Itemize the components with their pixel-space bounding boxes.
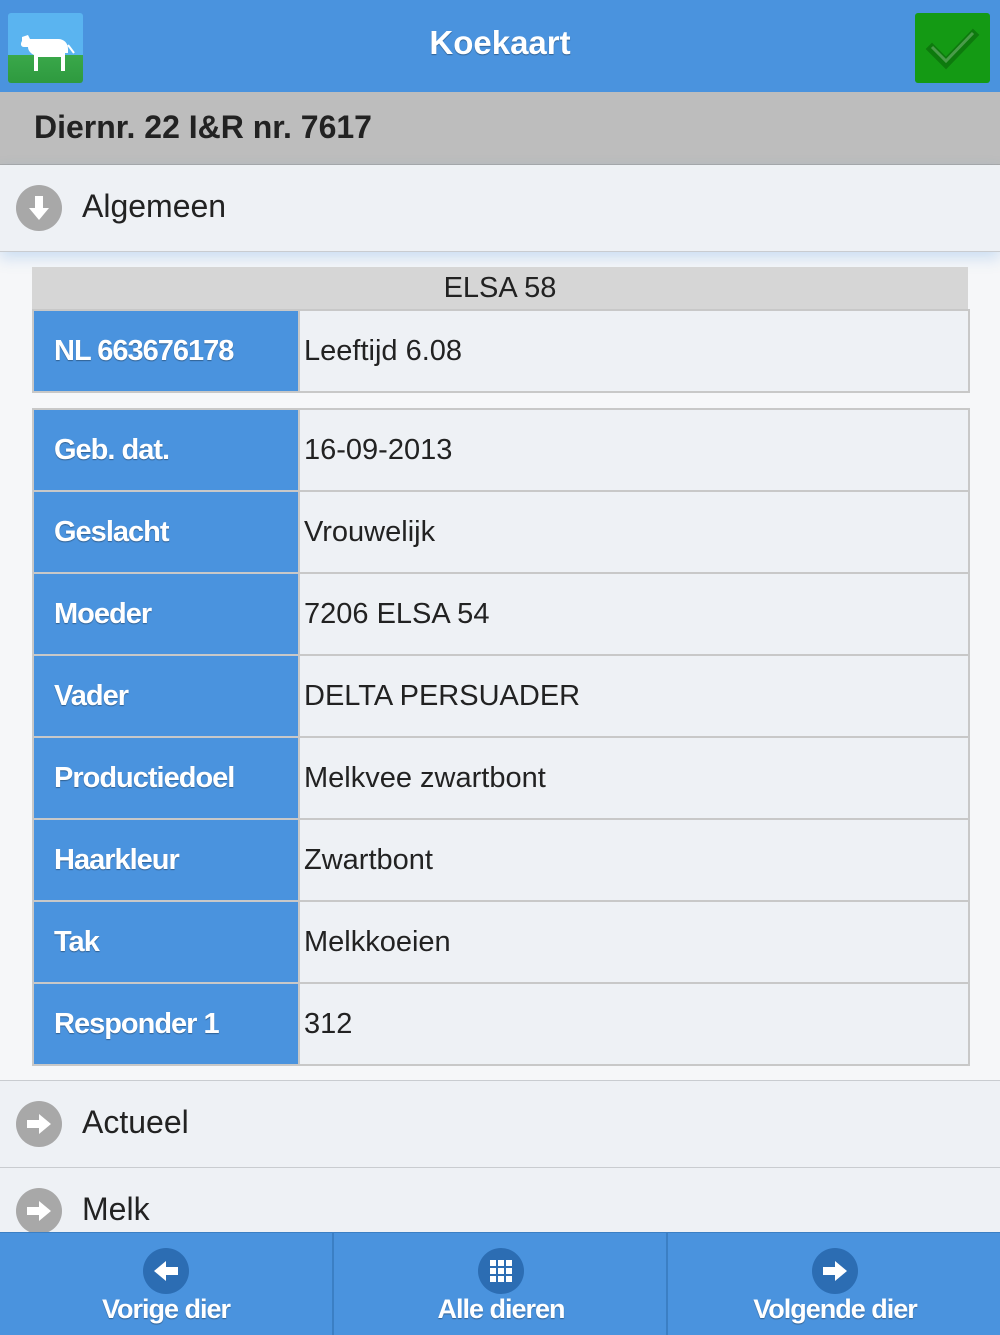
detail-value: 16-09-2013 xyxy=(298,408,970,492)
animal-number: Diernr. 22 I&R nr. 7617 xyxy=(34,109,372,145)
arrow-left-circle-icon xyxy=(143,1248,189,1294)
animal-name: ELSA 58 xyxy=(32,267,968,309)
page-title: Koekaart xyxy=(429,24,571,61)
section-label: Algemeen xyxy=(82,188,227,224)
table-row: Productiedoel Melkvee zwartbont xyxy=(32,736,970,820)
arrow-right-circle-icon xyxy=(16,1188,62,1234)
id-table: NL 663676178 Leeftijd 6.08 xyxy=(32,309,970,393)
all-animals-label: Alle dieren xyxy=(437,1294,565,1324)
confirm-button[interactable] xyxy=(915,13,990,83)
previous-animal-button[interactable]: Vorige dier xyxy=(0,1233,332,1335)
app-header: Koekaart xyxy=(0,0,1000,93)
detail-key: Tak xyxy=(32,900,300,984)
detail-key: Responder 1 xyxy=(32,982,300,1066)
detail-key: Vader xyxy=(32,654,300,738)
grid-icon xyxy=(478,1248,524,1294)
previous-animal-label: Vorige dier xyxy=(101,1294,231,1324)
next-animal-label: Volgende dier xyxy=(753,1294,918,1324)
section-label: Melk xyxy=(82,1191,150,1227)
detail-value: DELTA PERSUADER xyxy=(298,654,970,738)
section-algemeen[interactable]: Algemeen xyxy=(0,165,1000,252)
animal-age: Leeftijd 6.08 xyxy=(298,309,970,393)
detail-key: Productiedoel xyxy=(32,736,300,820)
detail-value: Vrouwelijk xyxy=(298,490,970,574)
section-label: Actueel xyxy=(82,1104,189,1140)
arrow-right-circle-icon xyxy=(812,1248,858,1294)
table-row: Moeder 7206 ELSA 54 xyxy=(32,572,970,656)
arrow-down-circle-icon xyxy=(16,185,62,231)
details-table: Geb. dat. 16-09-2013 Geslacht Vrouwelijk… xyxy=(32,408,970,1066)
table-row: Geb. dat. 16-09-2013 xyxy=(32,408,970,492)
checkmark-icon xyxy=(925,28,980,70)
table-row: Tak Melkkoeien xyxy=(32,900,970,984)
detail-key: Geb. dat. xyxy=(32,408,300,492)
animal-id: NL 663676178 xyxy=(32,309,300,393)
detail-value: Zwartbont xyxy=(298,818,970,902)
animal-number-bar: Diernr. 22 I&R nr. 7617 xyxy=(0,92,1000,165)
detail-value: Melkvee zwartbont xyxy=(298,736,970,820)
next-animal-button[interactable]: Volgende dier xyxy=(666,1233,1000,1335)
table-row: Vader DELTA PERSUADER xyxy=(32,654,970,738)
detail-key: Haarkleur xyxy=(32,818,300,902)
detail-value: Melkkoeien xyxy=(298,900,970,984)
table-row: NL 663676178 Leeftijd 6.08 xyxy=(32,309,970,393)
detail-key: Geslacht xyxy=(32,490,300,574)
all-animals-button[interactable]: Alle dieren xyxy=(332,1233,668,1335)
table-row: Responder 1 312 xyxy=(32,982,970,1066)
detail-key: Moeder xyxy=(32,572,300,656)
footer-nav: Vorige dier Alle dieren Volgende dier xyxy=(0,1232,1000,1335)
table-row: Haarkleur Zwartbont xyxy=(32,818,970,902)
detail-value: 312 xyxy=(298,982,970,1066)
detail-value: 7206 ELSA 54 xyxy=(298,572,970,656)
section-actueel[interactable]: Actueel xyxy=(0,1080,1000,1168)
arrow-right-circle-icon xyxy=(16,1101,62,1147)
table-row: Geslacht Vrouwelijk xyxy=(32,490,970,574)
